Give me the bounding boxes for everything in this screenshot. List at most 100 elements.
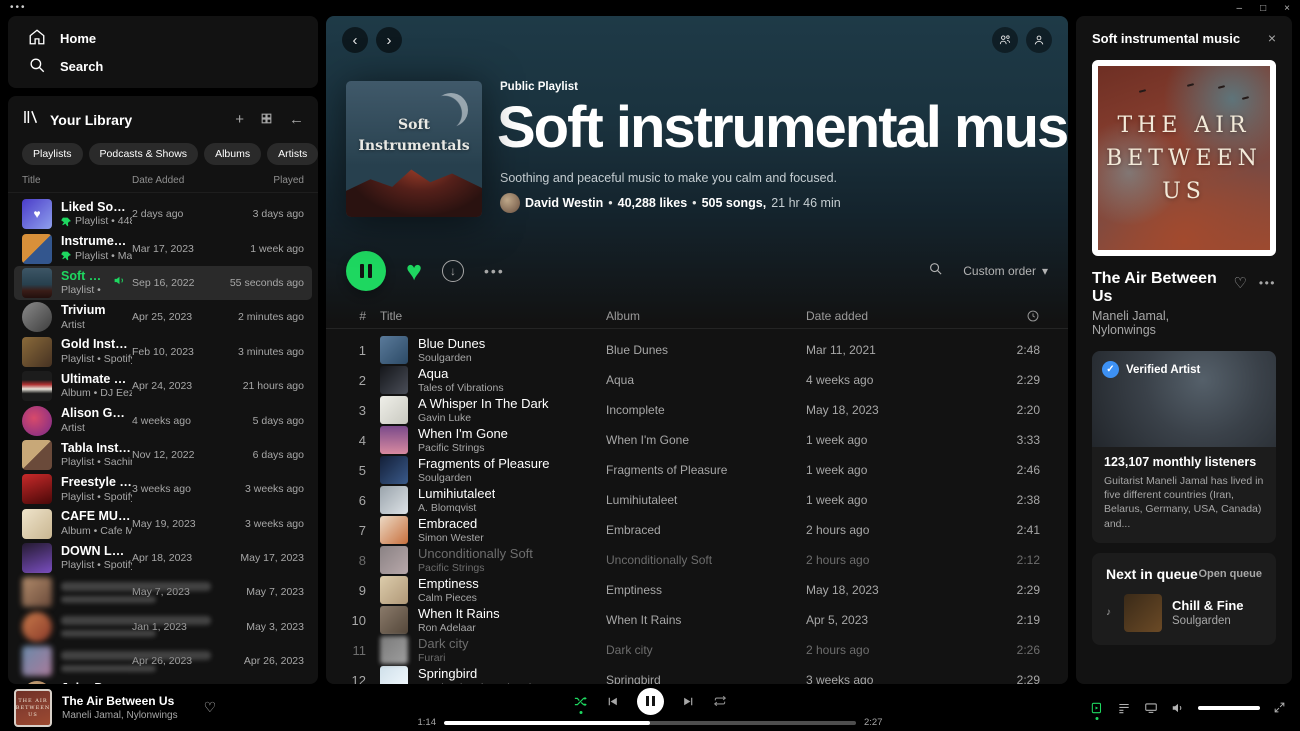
track-artist[interactable]: Soulgarden <box>418 352 485 365</box>
track-album[interactable]: Unconditionally Soft <box>606 553 806 567</box>
col-track-date[interactable]: Date added <box>806 309 992 323</box>
window-minimize-button[interactable]: – <box>1237 3 1243 14</box>
now-playing-view-button[interactable] <box>1090 701 1104 715</box>
next-track-button[interactable] <box>682 695 695 708</box>
queue-item-title[interactable]: Chill & Fine <box>1172 598 1244 613</box>
player-heart-icon[interactable]: ♡ <box>204 699 217 716</box>
forward-button[interactable]: › <box>376 27 402 53</box>
track-row[interactable]: 9 EmptinessCalm Pieces Emptiness May 18,… <box>334 575 1060 605</box>
library-item-down-low[interactable]: DOWN LOW Playlist • Spotify Apr 18, 2023… <box>14 541 312 575</box>
library-item-ultimate-hiphop[interactable]: Ultimate Hip Hop Instrumenta... Album • … <box>14 369 312 403</box>
library-item-redacted[interactable]: Apr 26, 2023 Apr 26, 2023 <box>14 644 312 678</box>
nav-search[interactable]: Search <box>20 52 306 80</box>
track-album[interactable]: Incomplete <box>606 403 806 417</box>
track-album[interactable]: Emptiness <box>606 583 806 597</box>
track-title[interactable]: Blue Dunes <box>418 336 485 352</box>
track-title[interactable]: A Whisper In The Dark <box>418 396 549 412</box>
filter-chip-albums[interactable]: Albums <box>204 143 261 165</box>
track-row[interactable]: 4 When I'm GonePacific Strings When I'm … <box>334 425 1060 455</box>
grid-view-icon[interactable] <box>260 112 273 128</box>
library-item-alison-goldfrapp[interactable]: Alison Goldfrapp Artist 4 weeks ago 5 da… <box>14 403 312 437</box>
player-track-title[interactable]: The Air Between Us <box>62 694 178 708</box>
track-artist[interactable]: Pacific Strings <box>418 562 533 575</box>
track-album[interactable]: Fragments of Pleasure <box>606 463 806 477</box>
volume-icon[interactable] <box>1171 701 1185 715</box>
track-more-options[interactable]: ••• <box>1259 276 1276 290</box>
library-icon[interactable] <box>22 108 40 131</box>
nav-home[interactable]: Home <box>20 24 306 52</box>
track-album[interactable]: Blue Dunes <box>606 343 806 357</box>
artist-about-card[interactable]: ✓Verified Artist 123,107 monthly listene… <box>1092 351 1276 543</box>
track-title[interactable]: Fragments of Pleasure <box>418 456 550 472</box>
track-row[interactable]: 3 A Whisper In The DarkGavin Luke Incomp… <box>334 395 1060 425</box>
volume-slider[interactable] <box>1198 706 1260 710</box>
panel-playlist-title[interactable]: Soft instrumental music <box>1092 31 1240 46</box>
track-title[interactable]: Lumihiutaleet <box>418 486 495 502</box>
track-album[interactable]: When It Rains <box>606 613 806 627</box>
track-title[interactable]: Unconditionally Soft <box>418 546 533 562</box>
track-album[interactable]: Embraced <box>606 523 806 537</box>
col-date-added[interactable]: Date Added <box>132 175 224 186</box>
friend-activity-button[interactable] <box>992 27 1018 53</box>
track-row[interactable]: 1 Blue DunesSoulgarden Blue Dunes Mar 11… <box>334 335 1060 365</box>
previous-track-button[interactable] <box>606 695 619 708</box>
track-title[interactable]: Emptiness <box>418 576 479 592</box>
fullscreen-button[interactable] <box>1273 701 1286 714</box>
back-button[interactable]: ‹ <box>342 27 368 53</box>
track-artist[interactable]: Ron Adelaar <box>418 622 500 635</box>
track-album[interactable]: Lumihiutaleet <box>606 493 806 507</box>
library-item-gold-instrumental[interactable]: Gold Instrumental Beats Playlist • Spoti… <box>14 335 312 369</box>
track-row[interactable]: 5 Fragments of PleasureSoulgarden Fragme… <box>334 455 1060 485</box>
queue-button[interactable] <box>1117 701 1131 715</box>
track-artist[interactable]: Soulgarden <box>418 472 550 485</box>
liked-heart-icon[interactable]: ♥ <box>406 258 422 285</box>
collapse-sidebar-button[interactable]: ← <box>289 112 304 127</box>
library-item-redacted[interactable]: Jan 1, 2023 May 3, 2023 <box>14 610 312 644</box>
track-title[interactable]: Embraced <box>418 516 484 532</box>
track-album[interactable]: Dark city <box>606 643 806 657</box>
track-artist[interactable]: A. Blomqvist <box>418 502 495 515</box>
window-maximize-button[interactable]: □ <box>1260 3 1266 14</box>
filter-chip-podcasts[interactable]: Podcasts & Shows <box>89 143 199 165</box>
owner-avatar[interactable] <box>500 193 520 213</box>
save-track-heart-icon[interactable]: ♡ <box>1233 274 1246 292</box>
shuffle-button[interactable] <box>573 694 588 709</box>
sort-order-dropdown[interactable]: Custom order▾ <box>963 264 1048 278</box>
queue-item[interactable]: ♪ Chill & Fine Soulgarden <box>1106 594 1262 632</box>
create-playlist-button[interactable]: + <box>235 112 244 127</box>
track-artist[interactable]: Simon Wester <box>418 532 484 545</box>
repeat-button[interactable] <box>713 694 727 708</box>
track-title[interactable]: Aqua <box>418 366 504 382</box>
filter-chip-artists[interactable]: Artists <box>267 143 318 165</box>
download-button[interactable]: ↓ <box>442 260 464 282</box>
col-title[interactable]: Title <box>22 175 132 186</box>
track-album[interactable]: Springbird <box>606 673 806 684</box>
play-pause-button[interactable] <box>637 688 664 715</box>
library-item-freestyle-beats[interactable]: Freestyle Beats Playlist • Spotify 3 wee… <box>14 472 312 506</box>
library-item-instrumental-rap[interactable]: Instrumental Rap Songs Playlist • Manesh… <box>14 231 312 265</box>
more-options-button[interactable]: ••• <box>484 263 505 279</box>
profile-button[interactable] <box>1026 27 1052 53</box>
track-row[interactable]: 12 SpringbirdLennie Rhoads, Nylonwings S… <box>334 665 1060 684</box>
duration-clock-icon[interactable] <box>992 309 1048 323</box>
library-item-cafe-music[interactable]: CAFE MUSIC ~STUDIO GHIB... Album • Cafe … <box>14 507 312 541</box>
track-artist[interactable]: Pacific Strings <box>418 442 508 455</box>
col-played[interactable]: Played <box>224 175 304 186</box>
window-close-button[interactable]: × <box>1284 3 1290 14</box>
col-track-album[interactable]: Album <box>606 309 806 323</box>
panel-track-artists[interactable]: Maneli Jamal, Nylonwings <box>1092 309 1233 337</box>
track-title[interactable]: Springbird <box>418 666 548 682</box>
library-item-liked-songs[interactable]: ♥ Liked Songs Playlist • 448 songs 2 day… <box>14 197 312 231</box>
track-artist[interactable]: Tales of Vibrations <box>418 382 504 395</box>
track-title[interactable]: When It Rains <box>418 606 500 622</box>
open-queue-link[interactable]: Open queue <box>1198 568 1262 580</box>
track-row-unavailable[interactable]: 8 Unconditionally SoftPacific Strings Un… <box>334 545 1060 575</box>
track-title[interactable]: Dark city <box>418 636 469 652</box>
now-playing-album-art[interactable]: THE AIR BETWEEN US <box>1092 60 1276 256</box>
player-track-artists[interactable]: Maneli Jamal, Nylonwings <box>62 710 178 721</box>
progress-bar[interactable] <box>444 721 856 725</box>
playlist-owner[interactable]: David Westin <box>525 196 603 210</box>
connect-device-button[interactable] <box>1144 701 1158 715</box>
track-artist[interactable]: Furari <box>418 652 469 665</box>
library-title[interactable]: Your Library <box>50 112 225 128</box>
